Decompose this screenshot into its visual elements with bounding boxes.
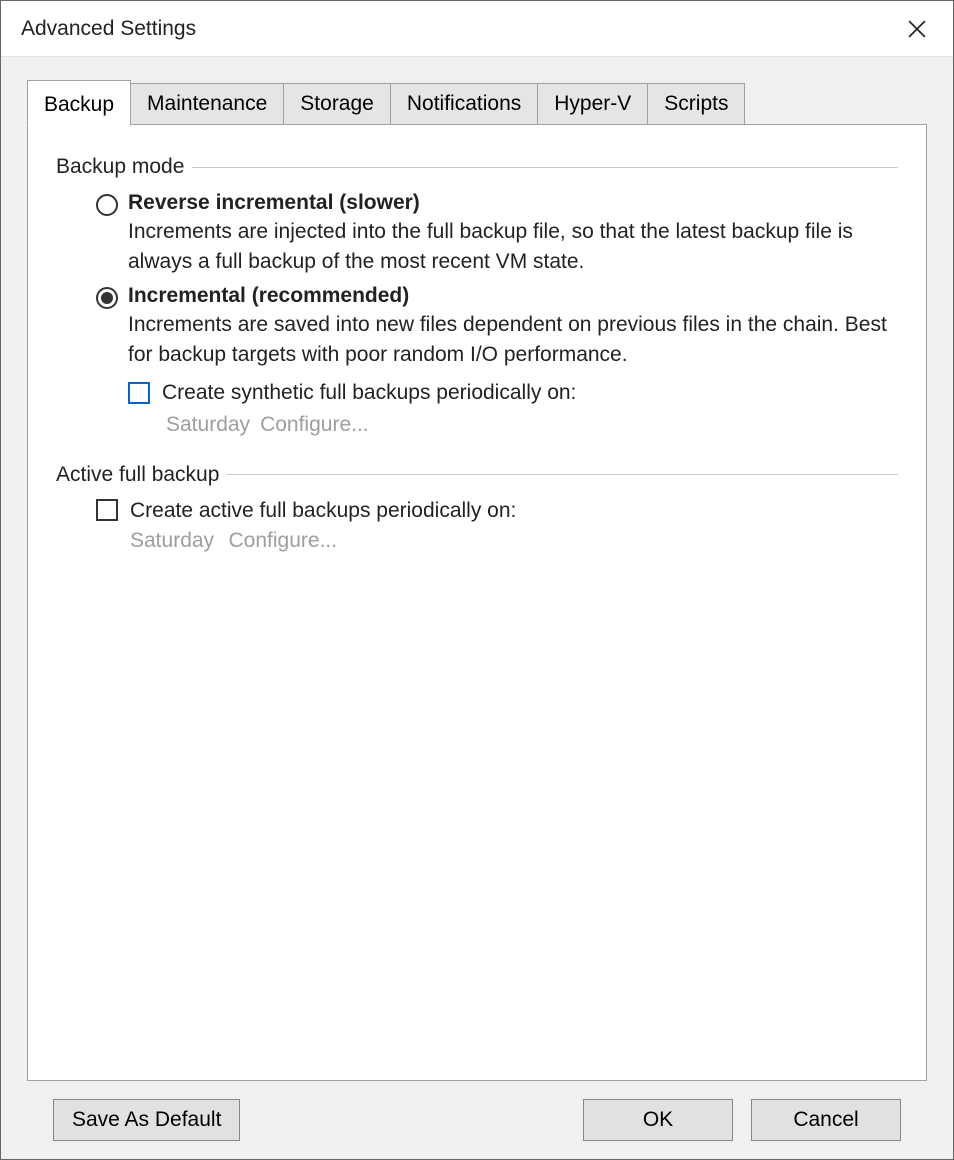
save-as-default-button[interactable]: Save As Default [53,1099,240,1141]
option-title: Reverse incremental (slower) [128,191,898,215]
titlebar: Advanced Settings [1,1,953,57]
close-button[interactable] [897,9,937,49]
synthetic-configure-link[interactable]: Configure... [260,413,369,437]
synthetic-full-schedule: Saturday Configure... [166,413,898,437]
tab-maintenance[interactable]: Maintenance [130,83,284,125]
close-icon [908,20,926,38]
active-full-day: Saturday [130,529,214,552]
active-full-configure-link[interactable]: Configure... [229,529,338,552]
cancel-button[interactable]: Cancel [751,1099,901,1141]
dialog-footer: Save As Default OK Cancel [27,1081,927,1159]
synthetic-full-label: Create synthetic full backups periodical… [162,381,576,405]
tab-scripts[interactable]: Scripts [647,83,745,125]
group-backup-mode: Backup mode [56,155,898,179]
tab-backup[interactable]: Backup [27,80,131,126]
option-incremental[interactable]: Incremental (recommended) Increments are… [96,284,898,437]
group-label: Active full backup [56,463,227,487]
advanced-settings-dialog: Advanced Settings Backup Maintenance Sto… [0,0,954,1160]
divider [227,474,898,475]
active-full-label: Create active full backups periodically … [130,499,516,523]
tab-hyper-v[interactable]: Hyper-V [537,83,648,125]
checkbox-synthetic-full[interactable] [128,382,150,404]
ok-button[interactable]: OK [583,1099,733,1141]
divider [192,167,898,168]
tab-panel-backup: Backup mode Reverse incremental (slower)… [27,124,927,1081]
synthetic-day: Saturday [166,413,250,437]
dialog-title: Advanced Settings [21,17,897,41]
active-full-row: Create active full backups periodically … [96,499,898,553]
option-title: Incremental (recommended) [128,284,898,308]
group-active-full: Active full backup [56,463,898,487]
option-description: Increments are saved into new files depe… [128,310,898,371]
active-full-schedule: Saturday Configure... [130,529,516,553]
option-reverse-incremental[interactable]: Reverse incremental (slower) Increments … [96,191,898,278]
checkbox-active-full[interactable] [96,499,118,521]
tab-bar: Backup Maintenance Storage Notifications… [27,83,927,125]
radio-incremental[interactable] [96,287,118,309]
group-label: Backup mode [56,155,192,179]
tab-storage[interactable]: Storage [283,83,391,125]
synthetic-full-row: Create synthetic full backups periodical… [128,381,898,405]
option-description: Increments are injected into the full ba… [128,217,898,278]
tab-notifications[interactable]: Notifications [390,83,538,125]
radio-reverse-incremental[interactable] [96,194,118,216]
